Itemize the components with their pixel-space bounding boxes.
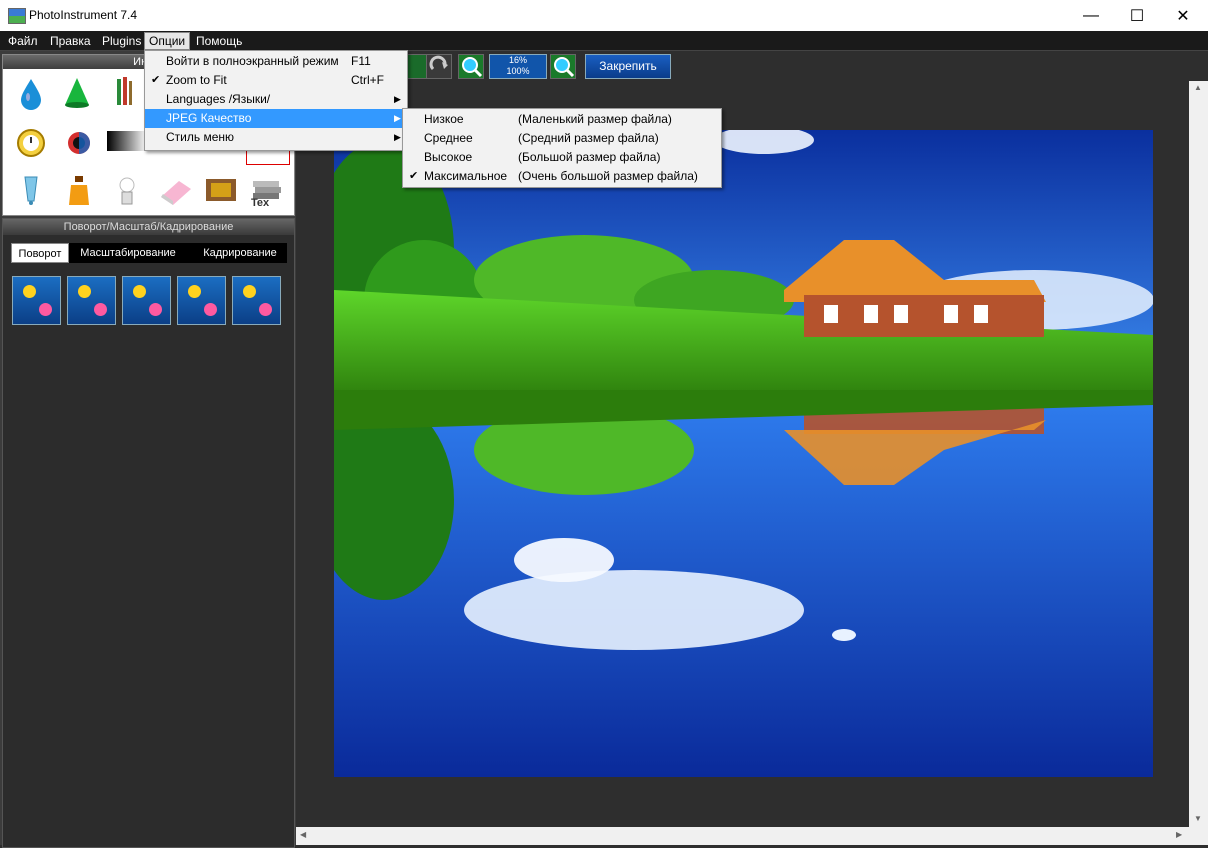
menu-item-menu-style[interactable]: Стиль меню ▶ [145, 128, 407, 147]
menu-options[interactable]: Опции [144, 32, 191, 50]
rotate-cw-button[interactable] [12, 276, 61, 325]
scroll-up-icon[interactable]: ▲ [1194, 83, 1202, 92]
window-title: PhotoInstrument 7.4 [29, 8, 138, 22]
maximize-button[interactable]: ☐ [1114, 0, 1160, 31]
rotate-180-button[interactable] [122, 276, 171, 325]
menu-item-zoom-to-fit[interactable]: ✔ Zoom to Fit Ctrl+F [145, 71, 407, 90]
rotate-panel-title: Поворот/Масштаб/Кадрирование [3, 219, 294, 235]
rotate-scale-crop-panel: Поворот/Масштаб/Кадрирование Поворот Мас… [2, 218, 295, 848]
scroll-left-icon[interactable]: ◀ [300, 830, 306, 839]
undo-arrow-icon[interactable] [426, 54, 452, 79]
zoom-level-value: 16% [508, 55, 527, 65]
jpeg-quality-max[interactable]: ✔ Максимальное (Очень большой размер фай… [403, 167, 721, 186]
scroll-corner [1189, 827, 1208, 845]
quality-label: Высокое [424, 150, 473, 164]
quality-desc: (Большой размер файла) [518, 150, 661, 164]
jpeg-quality-medium[interactable]: Среднее (Средний размер файла) [403, 129, 721, 148]
jpeg-quality-high[interactable]: Высокое (Большой размер файла) [403, 148, 721, 167]
scroll-down-icon[interactable]: ▼ [1194, 814, 1202, 823]
menu-plugins[interactable]: Plugins [98, 33, 145, 49]
menu-item-languages[interactable]: Languages /Языки/ ▶ [145, 90, 407, 109]
menu-file[interactable]: Файл [4, 33, 42, 49]
toolbar: 16% 100% Закрепить [296, 51, 1208, 81]
title-bar: PhotoInstrument 7.4 — ☐ ✕ [0, 0, 1208, 31]
frame-tool-icon[interactable] [203, 173, 239, 209]
text-tool-icon[interactable]: Tex [249, 173, 285, 209]
menu-item-label: Войти в полноэкранный режим [166, 54, 339, 68]
quality-label: Низкое [424, 112, 464, 126]
zoom-base-value: 100% [506, 66, 530, 76]
quality-desc: (Очень большой размер файла) [518, 169, 698, 183]
scroll-right-icon[interactable]: ▶ [1176, 830, 1182, 839]
jpeg-quality-low[interactable]: Низкое (Маленький размер файла) [403, 110, 721, 129]
vertical-scrollbar[interactable]: ▲ ▼ [1189, 81, 1208, 827]
menu-bar: Файл Правка Plugins Опции Помощь [0, 31, 1208, 51]
menu-item-jpeg-quality[interactable]: JPEG Качество ▶ [145, 109, 407, 128]
menu-item-label: Languages /Языки/ [166, 92, 271, 106]
menu-item-shortcut: Ctrl+F [351, 73, 384, 87]
cone-tool-icon[interactable] [59, 75, 95, 111]
rotate-panel-tabs: Поворот Масштабирование Кадрирование [11, 243, 287, 263]
submenu-arrow-icon: ▶ [394, 132, 401, 142]
quality-label: Максимальное [424, 169, 508, 183]
tab-crop[interactable]: Кадрирование [197, 243, 283, 263]
tab-scale[interactable]: Масштабирование [73, 243, 183, 263]
menu-help[interactable]: Помощь [192, 33, 246, 49]
check-icon: ✔ [409, 170, 419, 182]
left-panel: Инстр [0, 51, 296, 848]
quality-label: Среднее [424, 131, 473, 145]
menu-item-label: JPEG Качество [166, 111, 252, 125]
jpeg-quality-submenu: Низкое (Маленький размер файла) Среднее … [402, 108, 722, 188]
pin-button[interactable]: Закрепить [585, 54, 671, 79]
tube-tool-icon[interactable] [13, 173, 49, 209]
selection-tool-icon[interactable] [246, 151, 290, 165]
tab-rotate[interactable]: Поворот [11, 243, 69, 263]
brush-tool-icon[interactable] [107, 75, 143, 111]
minimize-button[interactable]: — [1068, 0, 1114, 31]
zoom-readout[interactable]: 16% 100% [489, 54, 547, 79]
eye-tool-icon[interactable] [61, 127, 97, 163]
zoom-in-icon[interactable] [550, 54, 576, 79]
options-menu: Войти в полноэкранный режим F11 ✔ Zoom t… [144, 50, 408, 151]
close-button[interactable]: ✕ [1160, 0, 1206, 31]
photo-canvas[interactable] [334, 130, 1153, 777]
menu-item-label: Стиль меню [166, 130, 235, 144]
menu-edit[interactable]: Правка [46, 33, 95, 49]
rotate-ccw-button[interactable] [67, 276, 116, 325]
bottle-tool-icon[interactable] [61, 173, 97, 209]
eraser-tool-icon[interactable] [155, 173, 195, 209]
lamp-tool-icon[interactable] [109, 173, 145, 209]
app-icon [8, 8, 26, 24]
drop-tool-icon[interactable] [13, 75, 49, 111]
horizontal-scrollbar[interactable]: ◀ ▶ [296, 827, 1189, 845]
quality-desc: (Маленький размер файла) [518, 112, 672, 126]
flip-horizontal-button[interactable] [177, 276, 226, 325]
submenu-arrow-icon: ▶ [394, 94, 401, 104]
menu-item-label: Zoom to Fit [166, 73, 227, 87]
submenu-arrow-icon: ▶ [394, 113, 401, 123]
flip-vertical-button[interactable] [232, 276, 281, 325]
menu-item-shortcut: F11 [351, 54, 371, 68]
quality-desc: (Средний размер файла) [518, 131, 659, 145]
gradient-tool-icon[interactable] [107, 131, 147, 151]
check-icon: ✔ [151, 74, 161, 86]
clock-tool-icon[interactable] [13, 125, 49, 161]
zoom-out-icon[interactable] [458, 54, 484, 79]
text-tool-label: Tex [251, 197, 270, 209]
menu-item-fullscreen[interactable]: Войти в полноэкранный режим F11 [145, 52, 407, 71]
